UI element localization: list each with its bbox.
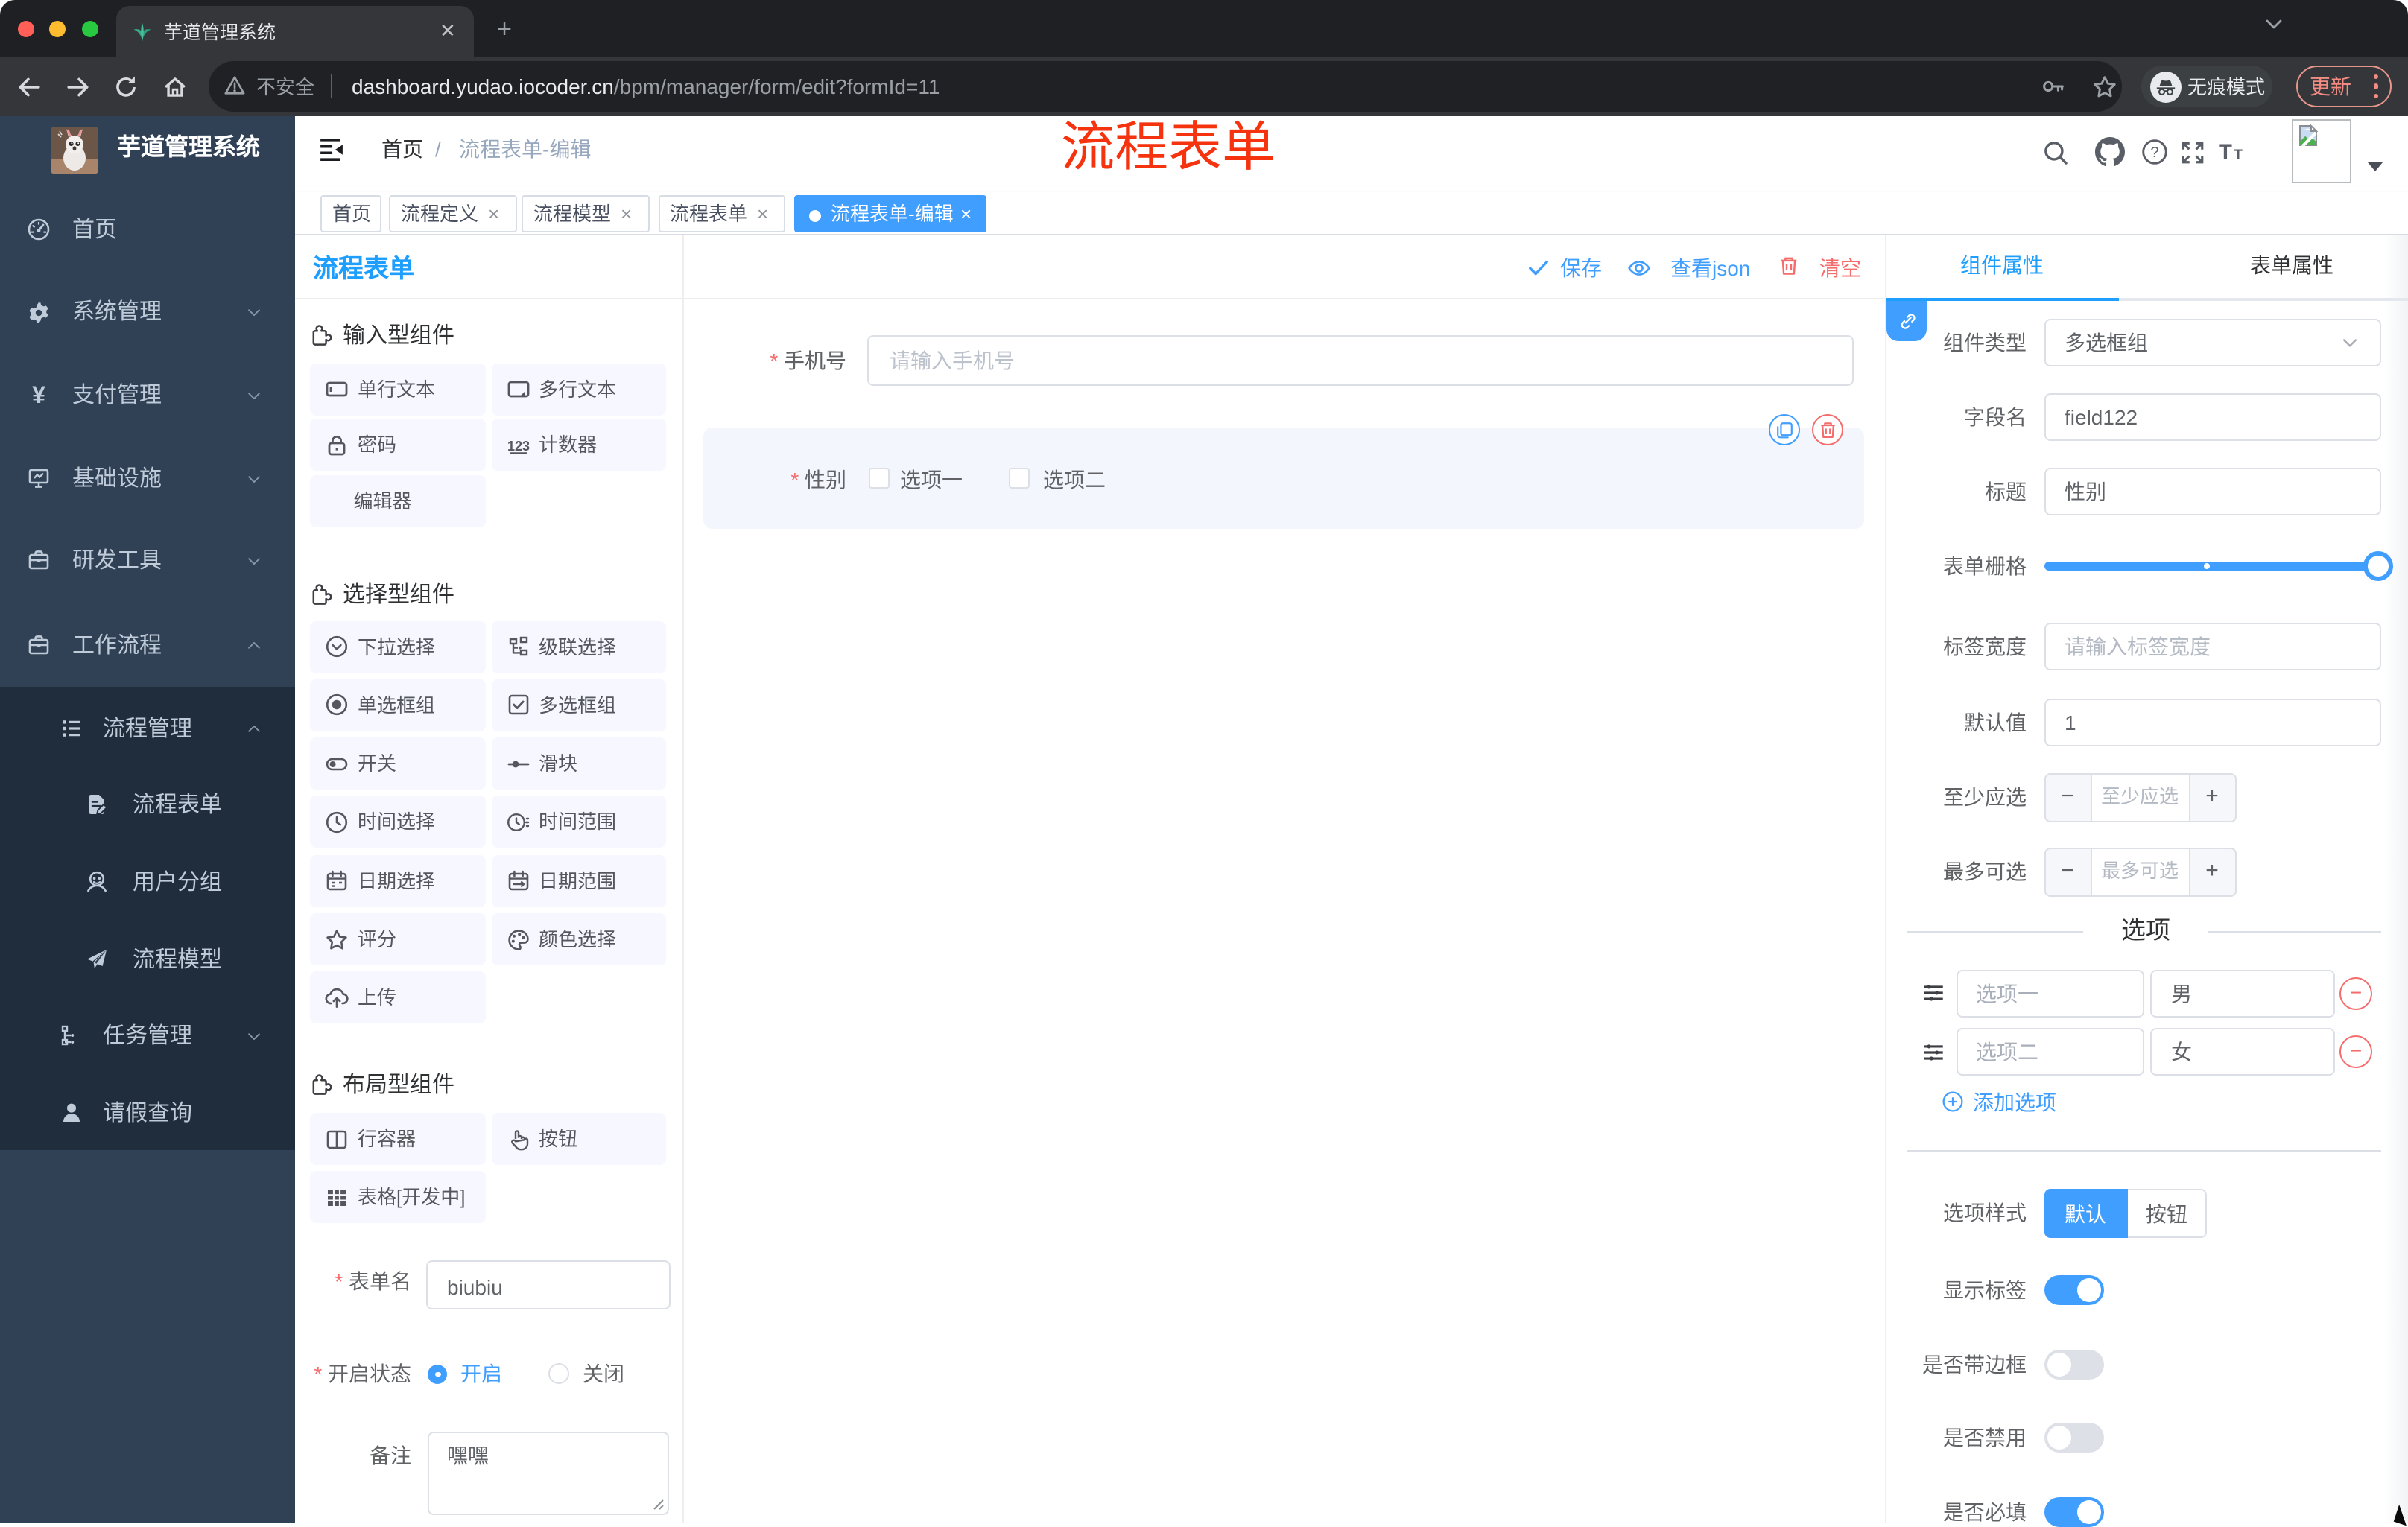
svg-text:¥: ¥ [32, 383, 45, 407]
svg-text:123: 123 [507, 438, 529, 453]
svg-text:T: T [2234, 147, 2243, 163]
svg-text:T: T [2219, 141, 2232, 165]
svg-text:?: ? [2149, 145, 2158, 161]
